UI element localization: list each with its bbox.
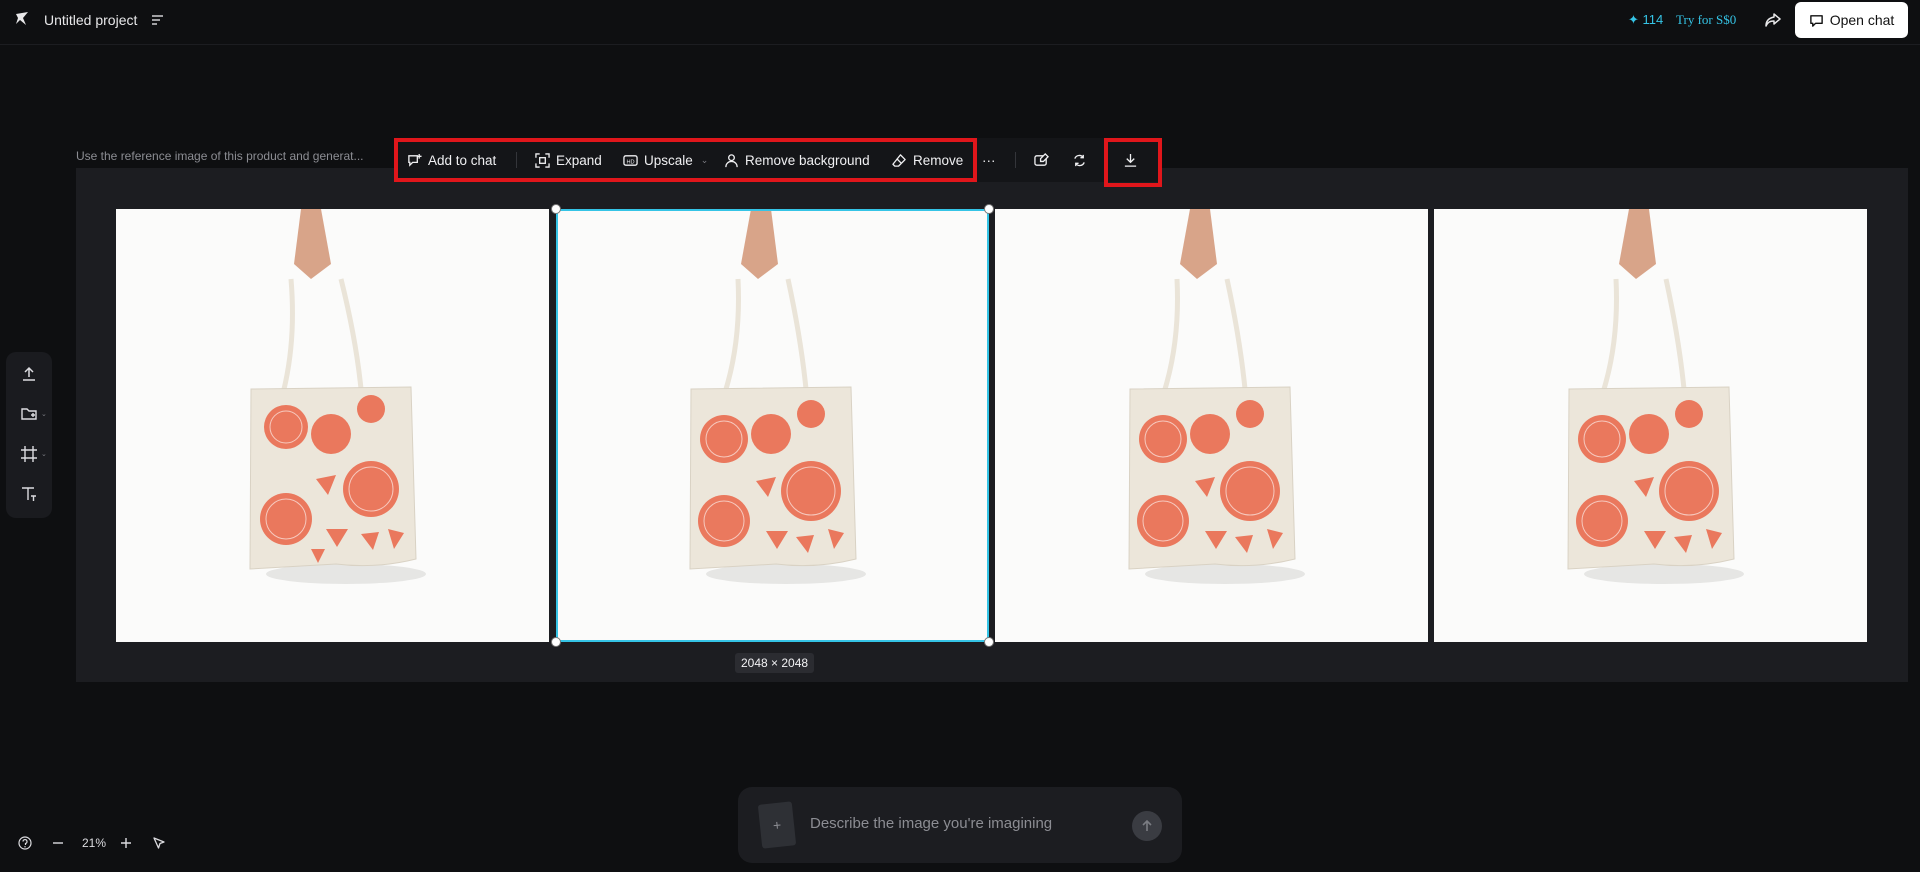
remove-button[interactable]: Remove	[892, 138, 963, 182]
add-to-chat-icon	[408, 153, 422, 167]
generated-image-4[interactable]	[1434, 209, 1867, 642]
plus-icon	[121, 838, 131, 848]
send-button[interactable]	[1132, 811, 1162, 841]
open-chat-label: Open chat	[1829, 12, 1895, 28]
project-title[interactable]: Untitled project	[44, 12, 137, 28]
zoom-controls: 21%	[16, 833, 176, 853]
menu-icon[interactable]	[151, 13, 165, 27]
more-icon: ···	[982, 152, 996, 168]
folder-icon	[21, 408, 37, 420]
toolbar-divider	[1015, 152, 1016, 168]
chevron-down-icon: ⌄	[41, 451, 47, 458]
eraser-icon	[892, 153, 906, 167]
upscale-label: Upscale	[644, 152, 693, 168]
generated-image-1[interactable]	[116, 209, 549, 642]
frame-icon	[21, 446, 37, 462]
tote-bag-image	[995, 209, 1428, 642]
credits-badge[interactable]: ✦ 114	[1628, 12, 1663, 28]
try-free-link[interactable]: Try for S$0	[1676, 12, 1736, 28]
tote-bag-image	[556, 209, 989, 642]
edit-image-icon	[1034, 152, 1049, 166]
more-options-button[interactable]: ···	[982, 138, 996, 182]
download-button[interactable]	[1123, 138, 1138, 182]
upload-button[interactable]	[20, 365, 38, 383]
upload-icon	[23, 366, 35, 381]
select-tool-button[interactable]	[152, 833, 166, 853]
toolbar-divider	[516, 152, 517, 168]
tote-bag-image	[116, 209, 549, 642]
zoom-out-button[interactable]	[51, 833, 65, 853]
prompt-caption[interactable]: Use the reference image of this product …	[76, 149, 364, 163]
prompt-input-box: + Describe the image you're imagining	[738, 787, 1182, 863]
cycle-icon	[1074, 154, 1085, 166]
arrow-up-icon	[1142, 819, 1152, 831]
upscale-icon: HD	[623, 154, 638, 166]
text-tool-button[interactable]	[20, 485, 38, 503]
image-dimensions-badge: 2048 × 2048	[735, 653, 815, 673]
plus-icon: +	[772, 816, 782, 834]
expand-button[interactable]: Expand	[535, 138, 602, 182]
left-toolbar: ⌄ ⌄	[6, 352, 52, 518]
chevron-down-icon: ⌄	[700, 154, 709, 165]
chat-icon	[1809, 14, 1823, 27]
attach-image-button[interactable]: +	[757, 801, 797, 849]
cursor-icon	[153, 837, 165, 849]
add-to-chat-label: Add to chat	[428, 152, 497, 168]
zoom-level[interactable]: 21%	[82, 833, 106, 853]
edit-image-button[interactable]	[1034, 138, 1049, 182]
expand-icon	[535, 152, 550, 168]
person-icon	[725, 153, 738, 167]
prompt-input[interactable]: Describe the image you're imagining	[810, 815, 1052, 832]
help-button[interactable]	[18, 833, 32, 853]
text-icon	[22, 487, 36, 501]
add-to-chat-button[interactable]: Add to chat	[407, 138, 496, 182]
upscale-button[interactable]: HD Upscale ⌄	[623, 138, 708, 182]
resize-handle-top-left[interactable]	[551, 204, 561, 214]
resize-handle-bottom-right[interactable]	[984, 637, 994, 647]
add-folder-button[interactable]: ⌄	[20, 405, 47, 423]
chevron-down-icon: ⌄	[41, 411, 47, 418]
zoom-in-button[interactable]	[119, 833, 133, 853]
top-bar: Untitled project ✦ 114 Try for S$0 Open …	[0, 0, 1920, 45]
generated-image-2[interactable]	[556, 209, 989, 642]
regenerate-button[interactable]	[1072, 138, 1087, 182]
remove-label: Remove	[913, 152, 964, 168]
tote-bag-image	[1434, 209, 1867, 642]
download-icon	[1124, 153, 1137, 167]
svg-text:HD: HD	[626, 159, 634, 165]
expand-label: Expand	[556, 152, 602, 168]
minus-icon	[53, 842, 63, 844]
image-toolbar: Add to chat Expand HD Upscale ⌄ Remove b…	[394, 138, 1162, 182]
remove-background-label: Remove background	[745, 152, 870, 168]
resize-handle-bottom-left[interactable]	[551, 637, 561, 647]
resize-handle-top-right[interactable]	[984, 204, 994, 214]
remove-background-button[interactable]: Remove background	[724, 138, 870, 182]
generated-image-3[interactable]	[995, 209, 1428, 642]
open-chat-button[interactable]: Open chat	[1795, 2, 1908, 38]
help-icon	[18, 836, 32, 850]
frame-tool-button[interactable]: ⌄	[20, 445, 47, 463]
share-icon[interactable]	[1764, 11, 1782, 29]
logo-icon[interactable]	[14, 11, 30, 27]
